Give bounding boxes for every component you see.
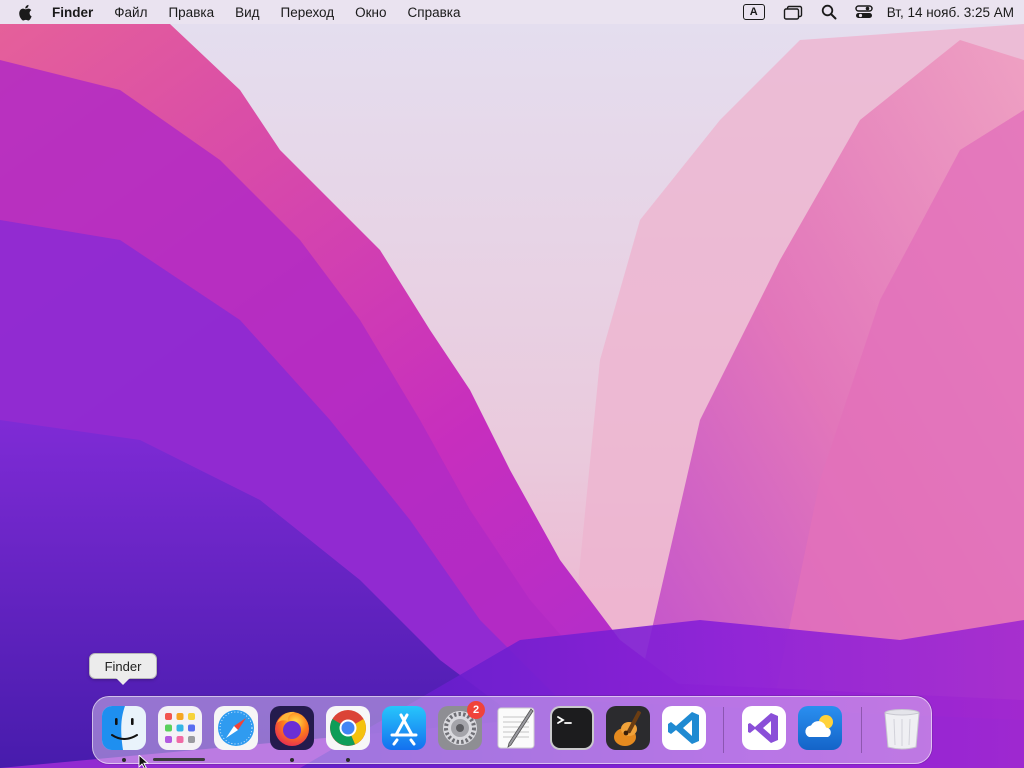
launchpad-icon	[158, 706, 202, 750]
menu-app-name[interactable]: Finder	[52, 5, 93, 20]
running-indicator-firefox	[290, 758, 294, 762]
dock-item-safari[interactable]	[213, 705, 259, 751]
apple-menu-icon[interactable]	[18, 3, 34, 21]
input-source-icon: A	[742, 4, 765, 20]
menu-clock[interactable]: Вт, 14 нояб. 3:25 AM	[887, 5, 1014, 20]
menu-window[interactable]: Окно	[355, 5, 386, 20]
garageband-icon	[606, 706, 650, 750]
dock: 2	[92, 696, 932, 764]
menu-go[interactable]: Переход	[281, 5, 335, 20]
menu-file[interactable]: Файл	[114, 5, 147, 20]
dock-tooltip-text: Finder	[104, 658, 142, 674]
dock-separator	[723, 707, 724, 753]
firefox-icon	[270, 706, 314, 750]
dock-item-terminal[interactable]	[549, 705, 595, 751]
textedit-icon	[497, 707, 535, 749]
dock-item-app-store[interactable]	[381, 705, 427, 751]
menu-view[interactable]: Вид	[235, 5, 259, 20]
dock-item-visual-studio[interactable]	[741, 705, 787, 751]
dock-item-finder[interactable]	[101, 705, 147, 751]
finder-icon	[102, 706, 146, 750]
dock-separator-trash	[861, 707, 862, 753]
dock-item-chrome[interactable]	[325, 705, 371, 751]
screen-mirroring-menu[interactable]	[783, 4, 803, 20]
running-indicator-finder	[122, 758, 126, 762]
dock-item-garageband[interactable]	[605, 705, 651, 751]
menu-edit[interactable]: Правка	[168, 5, 214, 20]
dock-tooltip: Finder	[89, 653, 157, 685]
status-area: A Вт, 14 нояб. 3:25 AM	[725, 4, 1014, 20]
control-center-icon	[854, 5, 873, 18]
dock-item-firefox[interactable]	[269, 705, 315, 751]
dock-item-trash[interactable]	[879, 705, 925, 751]
input-source-menu[interactable]: A	[742, 4, 765, 20]
mouse-cursor-icon	[138, 755, 150, 768]
vscode-icon	[662, 706, 706, 750]
spotlight-menu[interactable]	[821, 4, 837, 20]
dock-item-textedit[interactable]	[493, 705, 539, 751]
dock-scroll-indicator	[153, 758, 205, 761]
safari-icon	[214, 706, 258, 750]
dock-item-launchpad[interactable]	[157, 705, 203, 751]
terminal-icon	[550, 706, 594, 750]
window-stack-icon	[783, 5, 802, 20]
search-icon	[821, 4, 837, 20]
app-store-icon	[382, 706, 426, 750]
chrome-icon	[326, 706, 370, 750]
notification-badge: 2	[467, 701, 485, 719]
dock-item-system-settings[interactable]: 2	[437, 701, 485, 751]
trash-icon	[884, 709, 920, 750]
visual-studio-icon	[742, 706, 786, 750]
menu-bar: Finder Файл Правка Вид Переход Окно Спра…	[0, 0, 1024, 24]
control-center-menu[interactable]	[854, 4, 873, 20]
running-indicator-chrome	[346, 758, 350, 762]
menu-help[interactable]: Справка	[408, 5, 461, 20]
dock-item-weather[interactable]	[797, 705, 843, 751]
weather-icon	[798, 706, 842, 750]
dock-item-vscode[interactable]	[661, 705, 707, 751]
